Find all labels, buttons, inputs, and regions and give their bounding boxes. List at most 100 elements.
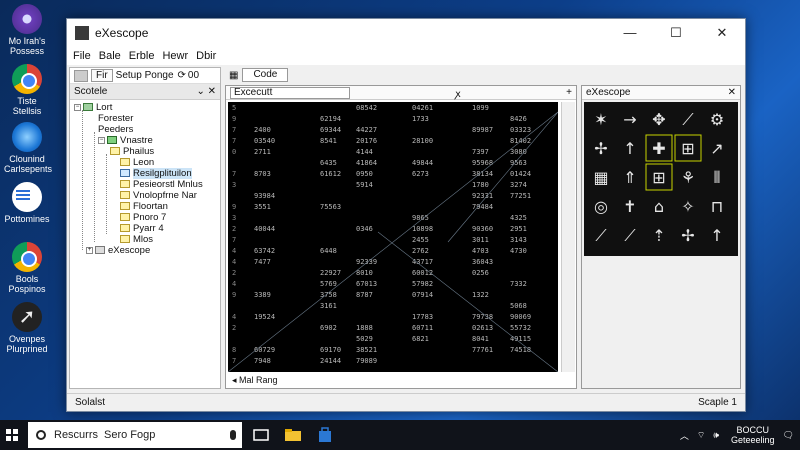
- svg-text:81402: 81402: [510, 137, 531, 145]
- svg-text:1888: 1888: [356, 324, 373, 332]
- file-icon: [120, 169, 130, 178]
- desktop-icon-5[interactable]: Bools Pospinos: [4, 242, 50, 294]
- volume-icon[interactable]: 🕪: [713, 430, 719, 441]
- svg-text:3: 3: [232, 214, 236, 222]
- hex-view[interactable]: 5 08542 04261 1099 9 62194 1733 8426 7 2400 69344 4…: [228, 102, 558, 372]
- dropdown-controls[interactable]: ꭗ: [455, 86, 460, 100]
- menu-file[interactable]: File: [73, 50, 91, 62]
- svg-text:⫴: ⫴: [714, 168, 721, 187]
- start-button[interactable]: [0, 420, 24, 450]
- microphone-icon[interactable]: [230, 430, 236, 440]
- menu-erble[interactable]: Erble: [129, 50, 155, 62]
- tab-code[interactable]: Code: [242, 68, 289, 82]
- tree-node-selected[interactable]: Resilgplituilon: [70, 168, 220, 179]
- icon-grid[interactable]: ✶ → ✥ ⟋ ⚙ ✢ ↑ ✚ ⊞ ↗ ▦ ⇑ ⊞ ⚘ ⫴ ◎ ✝ ⌂ ✧ ⊓ ⟋ ⟋ ⇡ ✢ ↑: [584, 102, 738, 256]
- desktop-icon-2[interactable]: Tiste Stellsis: [4, 64, 50, 116]
- svg-text:07914: 07914: [412, 291, 433, 299]
- folder-icon: [120, 213, 130, 222]
- minimize-button[interactable]: —: [607, 19, 653, 47]
- tree-node-leon[interactable]: Leon: [70, 157, 220, 168]
- icon-header-close[interactable]: ✕: [728, 87, 736, 98]
- tree-node-peeders[interactable]: Peeders: [70, 124, 220, 135]
- svg-text:9865: 9865: [412, 214, 429, 222]
- task-view-icon[interactable]: [248, 422, 274, 448]
- svg-text:0256: 0256: [472, 269, 489, 277]
- file-combo[interactable]: Fir: [91, 69, 113, 82]
- file-explorer-icon[interactable]: [280, 422, 306, 448]
- svg-text:⇡: ⇡: [652, 226, 665, 245]
- tree-node-floortan[interactable]: Floortan: [70, 201, 220, 212]
- tree-node-vnolopfrne[interactable]: Vnolopfrne Nar: [70, 190, 220, 201]
- svg-text:8787: 8787: [356, 291, 373, 299]
- search-box[interactable]: Rescurrs Sero Fogp: [28, 422, 242, 448]
- svg-text:4: 4: [232, 280, 236, 288]
- tree-node-pnoro[interactable]: Pnoro 7: [70, 212, 220, 223]
- folder-icon: [120, 180, 130, 189]
- collapse-icon[interactable]: −: [98, 136, 105, 144]
- tree-node-pesieorstl[interactable]: Pesieorstl Mnlus: [70, 179, 220, 190]
- svg-text:◎: ◎: [594, 197, 608, 216]
- svg-text:10898: 10898: [412, 225, 433, 233]
- menu-hewr[interactable]: Hewr: [162, 50, 188, 62]
- desktop-icon-6[interactable]: ➚ Ovenpes Plurprined: [4, 302, 50, 354]
- desktop-icon-3[interactable]: Clounind Carlsepents: [4, 122, 52, 174]
- svg-text:9: 9: [232, 291, 236, 299]
- close-button[interactable]: ✕: [699, 19, 745, 47]
- add-icon[interactable]: +: [566, 87, 572, 98]
- tree-node-lort[interactable]: − Lort: [70, 102, 220, 113]
- svg-text:8: 8: [232, 346, 236, 354]
- refresh-icon[interactable]: ⟳: [178, 70, 186, 81]
- svg-text:⟋: ⟋: [624, 226, 636, 245]
- svg-text:✥: ✥: [652, 110, 665, 129]
- system-tray: ︿ ⌔ 🕪 BOCCU Geteeeling 🗨: [680, 425, 800, 445]
- svg-text:60711: 60711: [412, 324, 433, 332]
- folder-icon: [120, 235, 130, 244]
- svg-text:03540: 03540: [254, 137, 275, 145]
- grid-icon[interactable]: ▦: [229, 70, 238, 81]
- footer-arrow-icon[interactable]: ◂: [232, 375, 239, 385]
- expand-icon[interactable]: +: [86, 246, 93, 254]
- svg-text:0: 0: [232, 148, 236, 156]
- tree-node-vnastre[interactable]: − Vnastre: [70, 135, 220, 146]
- menu-dbir[interactable]: Dbir: [196, 50, 216, 62]
- tree-node-exescope[interactable]: + eXescope: [70, 245, 220, 256]
- window-title: eXescope: [95, 26, 149, 40]
- clock[interactable]: BOCCU Geteeeling: [731, 425, 775, 445]
- arrow-cursor-icon: ➚: [12, 302, 42, 332]
- svg-text:5: 5: [232, 104, 236, 112]
- svg-text:✚: ✚: [652, 139, 665, 158]
- notification-icon[interactable]: 🗨: [783, 430, 794, 441]
- svg-text:60729: 60729: [254, 346, 275, 354]
- desktop-icon-1[interactable]: Mo Irah's Possess: [4, 4, 50, 56]
- collapse-icon[interactable]: −: [74, 103, 81, 111]
- tree-header-label: Scotele: [74, 86, 108, 97]
- folder-icon: [120, 158, 130, 167]
- svg-text:8703: 8703: [254, 170, 271, 178]
- folder-icon: [120, 224, 130, 233]
- svg-text:6902: 6902: [320, 324, 337, 332]
- store-icon[interactable]: [312, 422, 338, 448]
- svg-text:3: 3: [232, 181, 236, 189]
- tree-node-forester[interactable]: Forester: [70, 113, 220, 124]
- tree-node-pyarr[interactable]: Pyarr 4: [70, 223, 220, 234]
- svg-text:5914: 5914: [356, 181, 373, 189]
- vertical-scrollbar[interactable]: [561, 102, 575, 372]
- svg-text:8426: 8426: [510, 115, 527, 123]
- content-area: ▦ Code Excecutt ꭗ + 5 08542 04261 1099 9 6219…: [225, 67, 741, 389]
- maximize-button[interactable]: ☐: [653, 19, 699, 47]
- network-icon[interactable]: ⌔: [697, 430, 705, 441]
- svg-text:3161: 3161: [320, 302, 337, 310]
- folder-icon: [120, 202, 130, 211]
- section-dropdown[interactable]: Excecutt: [230, 86, 350, 99]
- chevron-up-icon[interactable]: ︿: [680, 429, 689, 442]
- left-toolbar: Fir Setup Ponge ⟳ 00: [70, 68, 220, 84]
- tree-header-controls[interactable]: ⌄ ✕: [196, 86, 216, 97]
- title-bar[interactable]: eXescope — ☐ ✕: [67, 19, 745, 47]
- desktop-icon-label: Pottomines: [4, 214, 50, 224]
- tree-node-mlos[interactable]: Mlos: [70, 234, 220, 245]
- tree-node-phailus[interactable]: Phailus: [70, 146, 220, 157]
- desktop-icon-4[interactable]: Pottomines: [4, 182, 50, 224]
- svg-text:44227: 44227: [356, 126, 377, 134]
- menu-bale[interactable]: Bale: [99, 50, 121, 62]
- toolbar-button-icon[interactable]: [74, 69, 88, 82]
